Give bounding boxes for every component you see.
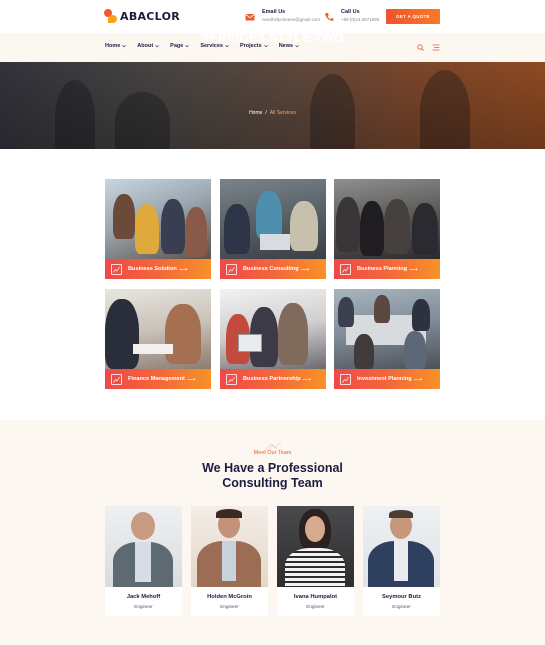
logo[interactable]: ABACLOR <box>104 9 180 23</box>
service-card-investment-planning[interactable]: Investment Planning ⟶ <box>334 289 440 389</box>
logo-text: ABACLOR <box>120 9 181 23</box>
arrow-right-icon: ⟶ <box>409 266 418 273</box>
section-title-line: We Have a Professional <box>202 461 343 475</box>
phone-value: +88 (0)24 6671990 <box>341 17 380 22</box>
member-photo <box>277 506 354 587</box>
member-role: Engineer <box>220 604 239 609</box>
hamburger-menu-icon[interactable] <box>432 44 440 51</box>
member-name: Seymour Butz <box>382 594 421 600</box>
service-card-business-solution[interactable]: Business Solution ⟶ <box>105 179 211 279</box>
email-contact[interactable]: Email Us needhelpcheese@gmail.com <box>245 8 320 23</box>
arrow-right-icon: ⟶ <box>300 266 310 273</box>
member-role: Engineer <box>306 604 325 609</box>
logo-mark-icon <box>104 9 117 23</box>
member-name: Jack Mehoff <box>126 594 161 600</box>
chart-icon <box>226 263 237 275</box>
arrow-right-icon: ⟶ <box>178 266 188 273</box>
breadcrumb-home-link[interactable]: Home <box>249 110 262 116</box>
breadcrumb: Home / All Services <box>0 110 545 116</box>
envelope-icon <box>245 14 255 21</box>
service-card-business-consulting[interactable]: Business Consulting ⟶ <box>220 179 326 279</box>
service-photo <box>220 179 326 259</box>
search-icon[interactable] <box>417 44 424 51</box>
breadcrumb-current: All Services <box>269 110 296 116</box>
phone-icon <box>325 13 334 21</box>
service-card-business-planning[interactable]: Business Planning ⟶ <box>334 179 440 279</box>
section-title-line: Consulting Team <box>222 476 323 490</box>
page-title: SERVICES STYLE TWO <box>201 31 344 45</box>
member-photo <box>363 506 440 587</box>
phone-contact[interactable]: Call Us +88 (0)24 6671990 <box>324 8 379 23</box>
service-label-bar: Investment Planning ⟶ <box>334 369 440 389</box>
phone-label: Call Us <box>341 9 360 15</box>
top-header: ABACLOR Email Us needhelpcheese@gmail.co… <box>0 0 545 33</box>
member-photo <box>191 506 268 587</box>
chart-icon <box>111 373 122 385</box>
service-label: Business Consulting <box>243 266 299 272</box>
arrow-right-icon: ⟶ <box>302 376 312 383</box>
arrow-right-icon: ⟶ <box>413 376 423 383</box>
service-photo <box>105 179 211 259</box>
service-label-bar: Business Consulting ⟶ <box>220 259 326 279</box>
service-label-bar: Business Planning ⟶ <box>334 259 440 279</box>
service-label: Investment Planning <box>357 376 412 382</box>
team-member-card[interactable]: Seymour Butz Engineer <box>363 506 440 616</box>
arrow-right-icon: ⟶ <box>186 376 196 383</box>
service-label: Business Partnership <box>243 376 301 382</box>
service-card-finance-management[interactable]: Finance Management ⟶ <box>105 289 211 389</box>
team-member-card[interactable]: Jack Mehoff Engineer <box>105 506 182 616</box>
member-name: Holden McGroin <box>207 594 252 600</box>
breadcrumb-separator: / <box>265 110 267 116</box>
email-value: needhelpcheese@gmail.com <box>262 17 321 22</box>
service-photo <box>220 289 326 369</box>
member-photo <box>105 506 182 587</box>
service-label: Finance Management <box>128 376 185 382</box>
service-photo <box>334 289 440 369</box>
member-name: Ivana Humpalot <box>293 594 338 600</box>
service-label-bar: Finance Management ⟶ <box>105 369 211 389</box>
service-label-bar: Business Solution ⟶ <box>105 259 211 279</box>
service-card-business-partnership[interactable]: Business Partnership ⟶ <box>220 289 326 389</box>
team-member-card[interactable]: Holden McGroin Engineer <box>191 506 268 616</box>
chart-icon <box>111 263 122 275</box>
service-label: Business Planning <box>357 266 408 272</box>
section-title: We Have a Professional Consulting Team <box>0 461 545 491</box>
email-label: Email Us <box>262 9 286 15</box>
chart-icon <box>340 373 351 385</box>
service-label: Business Solution <box>128 266 177 272</box>
member-role: Engineer <box>392 604 411 609</box>
chart-icon <box>340 263 351 275</box>
team-member-card[interactable]: Ivana Humpalot Engineer <box>277 506 354 616</box>
service-photo <box>105 289 211 369</box>
page-banner <box>0 62 545 149</box>
member-role: Engineer <box>134 604 153 609</box>
service-photo <box>334 179 440 259</box>
get-a-quote-button[interactable]: GET A QUOTE <box>386 9 440 24</box>
service-label-bar: Business Partnership ⟶ <box>220 369 326 389</box>
banner-overlay <box>0 62 545 149</box>
chart-icon <box>226 373 237 385</box>
section-tag: Meet Our Team <box>253 450 292 456</box>
